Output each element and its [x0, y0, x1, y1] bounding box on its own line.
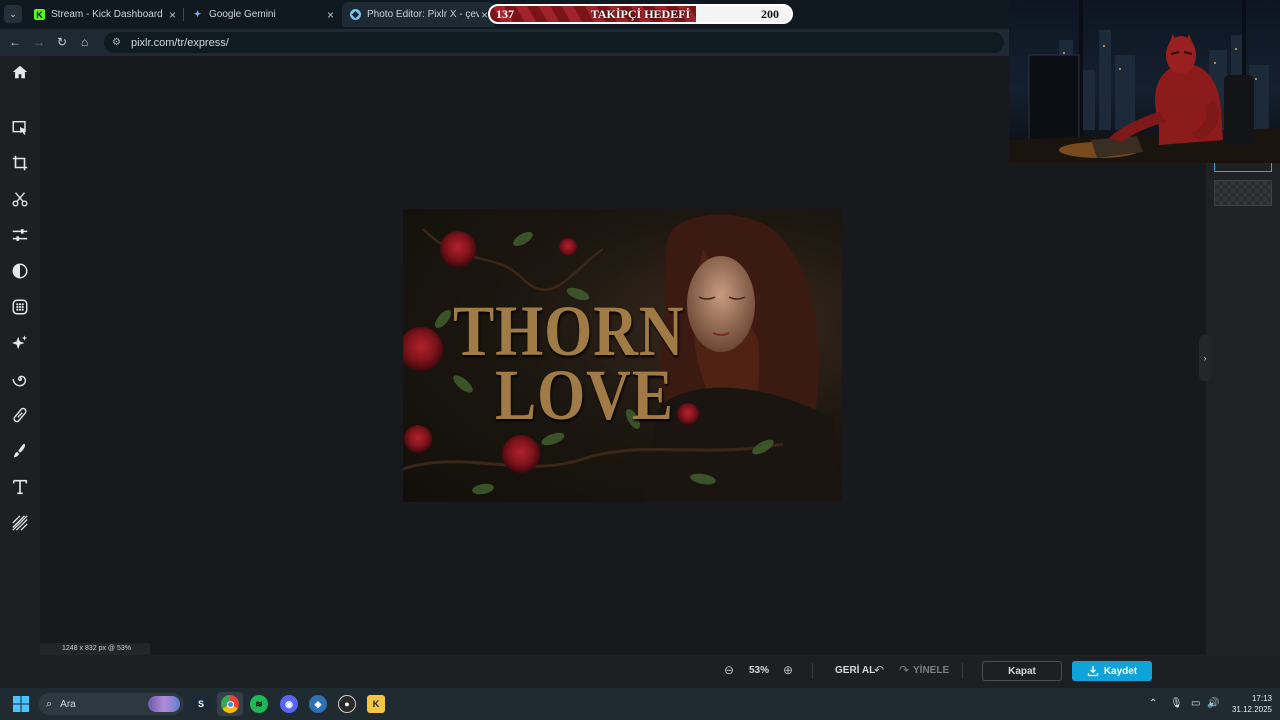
network-icon[interactable]: ▭ [1191, 698, 1200, 709]
divider [962, 663, 963, 679]
spotify-icon[interactable]: ≋ [250, 695, 268, 713]
back-arrow-icon[interactable]: ← [9, 35, 21, 49]
crop-icon[interactable] [8, 151, 32, 175]
tray-overflow-icon[interactable]: ⌃ [1149, 698, 1157, 709]
save-button[interactable]: Kaydet [1072, 661, 1152, 681]
discord-icon[interactable]: ◉ [280, 695, 298, 713]
follower-goal-widget: 137 TAKİPÇİ HEDEFİ 200 [488, 4, 793, 24]
artwork-image[interactable]: THORN LOVE [403, 209, 842, 502]
tab-pixlr[interactable]: ◆ Photo Editor: Pixlr X - çevrimiçi × [342, 2, 494, 27]
obs-icon[interactable]: ● [338, 695, 356, 713]
tab-search-button[interactable]: ⌄ [4, 5, 22, 23]
redo-icon[interactable]: ↷ [897, 663, 911, 677]
close-icon[interactable]: × [481, 8, 488, 22]
windows-start-icon[interactable] [13, 696, 29, 712]
ai-sparkle-icon[interactable] [8, 331, 32, 355]
webcam-scene [1009, 0, 1280, 163]
microphone-icon[interactable]: 🎙 [1170, 698, 1183, 709]
zoom-in-icon[interactable]: ⊕ [781, 663, 795, 677]
search-highlight-icon [148, 696, 180, 712]
goal-target: 200 [761, 7, 779, 21]
close-icon[interactable]: × [327, 8, 334, 22]
panel-collapse-toggle[interactable]: › [1199, 335, 1211, 381]
effect-icon[interactable] [8, 295, 32, 319]
home-icon[interactable]: ⌂ [81, 35, 88, 49]
text-icon[interactable] [8, 475, 32, 499]
draw-icon[interactable] [8, 439, 32, 463]
clock-date: 31.12.2025 [1231, 705, 1272, 714]
adjust-icon[interactable] [8, 223, 32, 247]
undo-icon[interactable]: ↶ [872, 663, 886, 677]
editor-bottom-bar: ⊖ 53% ⊕ GERİ AL ↶ ↷ YİNELE Kapat Kaydet [0, 655, 1280, 688]
steam-icon[interactable]: S [192, 695, 210, 713]
image-size-info: 1248 x 832 px @ 53% [40, 643, 150, 655]
app-icon[interactable]: K [367, 695, 385, 713]
tab-label: Google Gemini [209, 9, 276, 20]
volume-icon[interactable]: 🔊 [1207, 698, 1219, 709]
home-icon[interactable] [8, 60, 32, 84]
close-button-label: Kapat [1008, 665, 1036, 677]
tab-label: Stream - Kick Dashboard [51, 9, 163, 20]
divider [812, 663, 813, 679]
zoom-out-icon[interactable]: ⊖ [722, 663, 736, 677]
tab-label: Photo Editor: Pixlr X - çevrimiçi [367, 9, 479, 20]
layer-thumbnail-background[interactable] [1214, 180, 1272, 206]
arrange-icon[interactable] [8, 116, 32, 140]
artwork-title-line2: LOVE [495, 355, 674, 435]
tab-google-gemini[interactable]: ✦ Google Gemini × [184, 2, 340, 27]
webcam-overlay [1009, 0, 1280, 163]
search-icon: ⌕ [46, 697, 53, 710]
chrome-icon[interactable] [221, 695, 239, 713]
address-bar[interactable]: ⚙ pixlr.com/tr/express/ [104, 32, 1004, 53]
save-button-label: Kaydet [1103, 665, 1138, 677]
close-icon[interactable]: × [169, 8, 176, 22]
kick-icon: K [34, 9, 45, 20]
url-text: pixlr.com/tr/express/ [130, 36, 229, 49]
goal-title: TAKİPÇİ HEDEFİ [590, 7, 691, 21]
reload-icon[interactable]: ↻ [57, 35, 67, 49]
search-placeholder: Ara [60, 698, 76, 710]
windows-taskbar: ⌕ Ara S ≋ ◉ ◈ ● K ⌃ 🎙 ▭ 🔊 17:13 31.12.20… [0, 688, 1280, 720]
redo-button[interactable]: YİNELE [913, 665, 949, 676]
tab-kick-dashboard[interactable]: K Stream - Kick Dashboard × [26, 2, 182, 27]
taskbar-clock[interactable]: 17:13 31.12.2025 [1222, 693, 1272, 715]
cutout-icon[interactable] [8, 187, 32, 211]
undo-button[interactable]: GERİ AL [835, 665, 875, 676]
left-toolbar [0, 56, 40, 688]
forward-arrow-icon[interactable]: → [33, 35, 45, 49]
site-settings-icon[interactable]: ⚙ [112, 37, 121, 48]
filter-icon[interactable] [8, 259, 32, 283]
gemini-icon: ✦ [193, 9, 202, 19]
zoom-level[interactable]: 53% [749, 665, 769, 676]
clock-time: 17:13 [1251, 694, 1272, 703]
pattern-icon[interactable] [8, 511, 32, 535]
app-icon[interactable]: ◈ [309, 695, 327, 713]
retouch-icon[interactable] [8, 403, 32, 427]
download-icon [1087, 666, 1098, 677]
pixlr-icon: ◆ [350, 9, 361, 20]
liquify-icon[interactable] [8, 367, 32, 391]
close-button[interactable]: Kapat [982, 661, 1062, 681]
taskbar-search[interactable]: ⌕ Ara [38, 693, 184, 715]
